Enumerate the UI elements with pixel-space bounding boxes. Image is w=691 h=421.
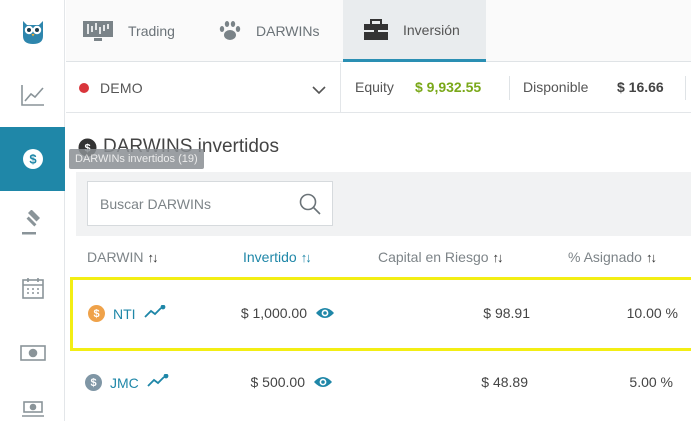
invested-cell: $ 1,000.00: [241, 305, 335, 321]
column-header-capital-at-risk[interactable]: Capital en Riesgo ↑↓: [378, 249, 504, 265]
allocated-cell: 10.00 %: [626, 305, 678, 321]
tab-trading-label: Trading: [128, 23, 175, 39]
column-header-darwin-label: DARWIN: [87, 249, 144, 265]
column-header-allocated-label: % Asignado: [568, 249, 642, 265]
dollar-coin-icon: $: [85, 374, 102, 391]
trend-chart-icon[interactable]: [143, 304, 166, 322]
sort-icon: ↑↓: [300, 249, 312, 265]
darwin-cell: $ NTI: [88, 304, 166, 322]
available-value: $ 16.66: [617, 79, 664, 95]
search-box: [87, 181, 333, 226]
account-status-dot: [79, 83, 89, 93]
tab-inversion-label: Inversión: [403, 21, 460, 38]
sidebar: $: [0, 0, 65, 421]
top-tabs: Trading DARWINs Inversión: [66, 0, 691, 62]
dollar-coin-icon: $: [88, 305, 105, 322]
capital-at-risk-cell: $ 98.91: [483, 305, 530, 321]
search-icon[interactable]: [298, 192, 322, 221]
calendar-icon[interactable]: [0, 255, 65, 320]
darwin-name-link[interactable]: JMC: [110, 375, 139, 391]
eye-icon[interactable]: [313, 375, 333, 389]
invested-value: $ 1,000.00: [240, 305, 307, 321]
chart-line-icon[interactable]: [0, 62, 65, 127]
briefcase-icon: [363, 18, 389, 41]
column-header-capital-label: Capital en Riesgo: [378, 249, 489, 265]
invested-value: $ 500.00: [250, 374, 306, 390]
account-name: DEMO: [100, 80, 143, 96]
tab-trading[interactable]: Trading: [82, 0, 175, 62]
paw-icon: [218, 20, 242, 42]
tab-inversion[interactable]: Inversión: [343, 0, 486, 62]
gavel-icon[interactable]: [0, 191, 65, 255]
darwin-cell: $ JMC: [85, 373, 169, 391]
search-panel: [76, 172, 691, 236]
column-header-invested[interactable]: Invertido ↑↓: [243, 249, 312, 265]
table-row[interactable]: $ JMC $ 500.00 $ 48.89 5.00 %: [70, 350, 691, 421]
divider: [685, 76, 686, 100]
invested-cell: $ 500.00: [251, 374, 334, 390]
account-bar: DEMO Equity $ 9,932.55 Disponible $ 16.6…: [66, 63, 691, 113]
divider: [509, 76, 510, 100]
tab-darwins[interactable]: DARWINs: [218, 0, 320, 62]
capital-at-risk-cell: $ 48.89: [481, 374, 528, 390]
allocated-cell: 5.00 %: [629, 374, 673, 390]
tab-darwins-label: DARWINs: [256, 23, 320, 39]
equity-value: $ 9,932.55: [415, 79, 482, 95]
money-bill-icon[interactable]: [0, 320, 65, 385]
svg-text:$: $: [29, 152, 37, 167]
money-hand-icon[interactable]: [0, 385, 65, 421]
darwin-name-link[interactable]: NTI: [113, 306, 136, 322]
trend-chart-icon[interactable]: [147, 373, 169, 391]
equity-label: Equity: [355, 79, 394, 95]
available-label: Disponible: [523, 79, 589, 95]
column-header-darwin[interactable]: DARWIN ↑↓: [87, 249, 159, 265]
sort-icon: ↑↓: [645, 249, 657, 265]
eye-icon[interactable]: [315, 306, 335, 320]
chevron-down-icon: [312, 82, 326, 100]
table-row[interactable]: $ NTI $ 1,000.00 $ 98.91 10.00 %: [70, 277, 691, 351]
search-input[interactable]: [100, 194, 290, 214]
account-selector[interactable]: DEMO: [66, 63, 341, 113]
monitor-chart-icon: [82, 20, 114, 42]
tooltip: DARWINs invertidos (19): [69, 149, 204, 169]
column-header-allocated[interactable]: % Asignado ↑↓: [568, 249, 657, 265]
sort-icon: ↑↓: [492, 249, 504, 265]
logo-owl-icon[interactable]: [0, 0, 65, 62]
column-header-invested-label: Invertido: [243, 249, 297, 265]
dollar-icon[interactable]: $: [0, 127, 65, 191]
sort-icon: ↑↓: [147, 249, 159, 265]
table-header: DARWIN ↑↓ Invertido ↑↓ Capital en Riesgo…: [76, 237, 691, 277]
